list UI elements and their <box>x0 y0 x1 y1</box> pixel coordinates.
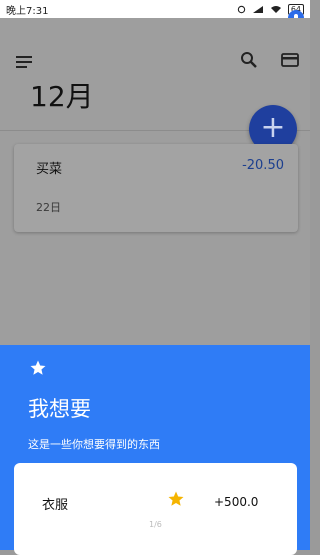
record-date: 22日 <box>36 201 61 214</box>
wish-item-card[interactable]: 衣服 +500.0 1/6 <box>14 463 297 555</box>
record-card[interactable]: 买菜 -20.50 22日 <box>14 144 298 232</box>
signal-icon <box>252 5 263 13</box>
menu-icon[interactable] <box>16 56 32 68</box>
record-amount: -20.50 <box>242 158 284 173</box>
search-icon[interactable] <box>240 51 258 69</box>
star-icon <box>30 360 46 375</box>
month-title: 12月 <box>30 80 94 113</box>
wish-item-name: 衣服 <box>42 498 69 513</box>
wish-item-amount: +500.0 <box>214 495 259 509</box>
status-bar: 晚上7:31 64 <box>0 0 310 18</box>
star-icon <box>168 491 184 506</box>
alarm-icon <box>237 5 246 13</box>
wifi-icon <box>270 5 281 13</box>
wish-pager: 1/6 <box>149 520 162 529</box>
record-title: 买菜 <box>36 162 63 177</box>
wish-bottom-sheet: 我想要 这是一些你想要得到的东西 衣服 +500.0 1/6 <box>0 345 310 555</box>
credit-card-icon[interactable] <box>281 53 299 67</box>
sheet-title: 我想要 <box>28 397 91 421</box>
status-time: 晚上7:31 <box>6 5 49 17</box>
sheet-subtitle: 这是一些你想要得到的东西 <box>28 438 160 451</box>
